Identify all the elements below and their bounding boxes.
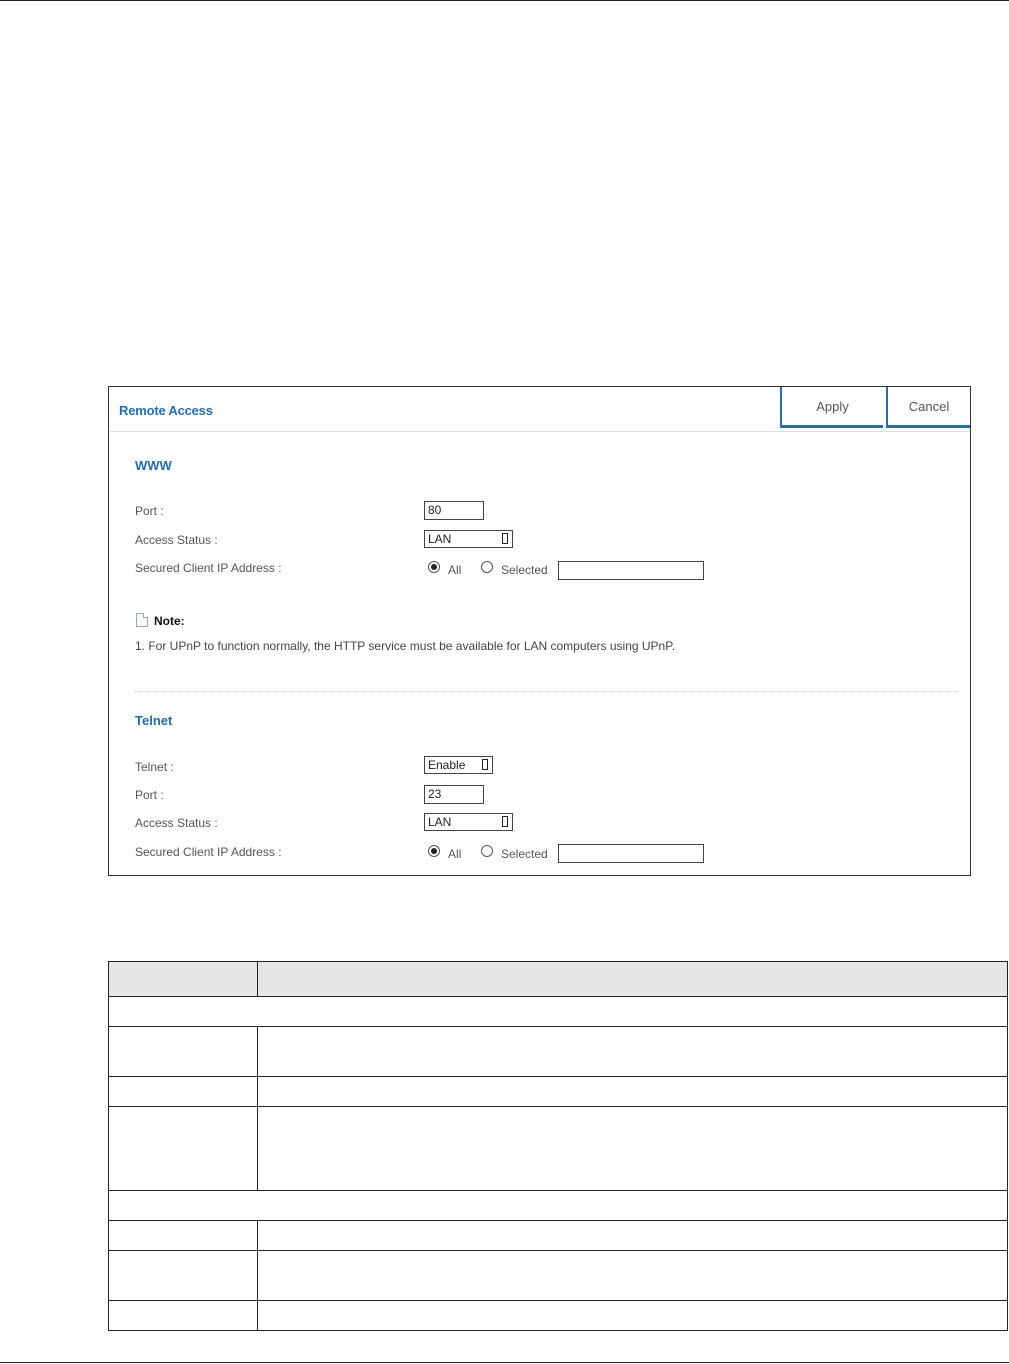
www-access-status-select[interactable]: LAN bbox=[424, 530, 513, 548]
page-top-rule bbox=[0, 0, 1009, 1]
page-bottom-rule bbox=[0, 1362, 1009, 1363]
apply-button[interactable]: Apply bbox=[780, 387, 883, 428]
table-section-cell bbox=[108, 996, 1008, 1027]
www-secured-client-label: Secured Client IP Address : bbox=[135, 561, 282, 575]
note-text: 1. For UPnP to function normally, the HT… bbox=[135, 639, 676, 653]
section-divider bbox=[135, 691, 958, 692]
www-access-status-label: Access Status : bbox=[135, 533, 218, 547]
table-row bbox=[108, 996, 1008, 1027]
www-radio-all-label: All bbox=[448, 563, 462, 577]
table-cell bbox=[257, 1220, 1008, 1251]
telnet-port-label: Port : bbox=[135, 788, 164, 802]
dropdown-arrow-icon bbox=[482, 759, 488, 770]
telnet-access-status-value: LAN bbox=[428, 815, 452, 829]
www-section-title: WWW bbox=[135, 458, 172, 473]
table-row bbox=[108, 1300, 1008, 1331]
telnet-label: Telnet : bbox=[135, 760, 174, 774]
table-cell bbox=[257, 1106, 1008, 1191]
www-radio-all[interactable] bbox=[428, 561, 440, 573]
table-row bbox=[108, 1106, 1008, 1191]
telnet-enable-value: Enable bbox=[428, 758, 466, 772]
table-section-cell bbox=[108, 1190, 1008, 1221]
note-title: Note: bbox=[154, 614, 185, 628]
cancel-button[interactable]: Cancel bbox=[886, 387, 970, 428]
table-header-row bbox=[108, 961, 1008, 997]
panel-header: Remote Access Apply Cancel bbox=[109, 387, 970, 432]
dropdown-arrow-icon bbox=[502, 533, 508, 544]
telnet-radio-selected[interactable] bbox=[481, 845, 493, 857]
table-cell bbox=[108, 1250, 258, 1301]
telnet-section-title: Telnet bbox=[135, 713, 173, 728]
www-access-status-value: LAN bbox=[428, 532, 452, 546]
www-port-input[interactable]: 80 bbox=[424, 501, 484, 520]
telnet-radio-selected-label: Selected bbox=[501, 847, 548, 861]
telnet-selected-ip-input[interactable] bbox=[558, 844, 704, 863]
www-selected-ip-input[interactable] bbox=[558, 561, 704, 580]
table-cell bbox=[108, 1220, 258, 1251]
note-icon bbox=[136, 613, 148, 627]
telnet-radio-all[interactable] bbox=[428, 845, 440, 857]
www-radio-selected-label: Selected bbox=[501, 563, 548, 577]
www-radio-selected[interactable] bbox=[481, 561, 493, 573]
dropdown-arrow-icon bbox=[502, 816, 508, 827]
telnet-access-status-select[interactable]: LAN bbox=[424, 813, 513, 831]
field-description-table bbox=[108, 961, 1008, 1331]
table-header-cell bbox=[257, 961, 1008, 997]
panel-title: Remote Access bbox=[119, 403, 213, 418]
telnet-secured-client-label: Secured Client IP Address : bbox=[135, 845, 282, 859]
table-header-cell bbox=[108, 961, 258, 997]
table-cell bbox=[108, 1076, 258, 1107]
table-row bbox=[108, 1190, 1008, 1221]
telnet-radio-all-label: All bbox=[448, 847, 462, 861]
table-cell bbox=[257, 1300, 1008, 1331]
table-cell bbox=[108, 1300, 258, 1331]
telnet-port-input[interactable]: 23 bbox=[424, 785, 484, 804]
www-port-label: Port : bbox=[135, 504, 164, 518]
table-row bbox=[108, 1220, 1008, 1251]
table-cell bbox=[257, 1076, 1008, 1107]
telnet-access-status-label: Access Status : bbox=[135, 816, 218, 830]
table-cell bbox=[108, 1106, 258, 1191]
table-row bbox=[108, 1026, 1008, 1077]
table-cell bbox=[257, 1026, 1008, 1077]
remote-access-panel: Remote Access Apply Cancel WWW Port : 80… bbox=[108, 386, 971, 876]
table-cell bbox=[257, 1250, 1008, 1301]
telnet-enable-select[interactable]: Enable bbox=[424, 756, 493, 774]
table-cell bbox=[108, 1026, 258, 1077]
table-row bbox=[108, 1076, 1008, 1107]
table-row bbox=[108, 1250, 1008, 1301]
